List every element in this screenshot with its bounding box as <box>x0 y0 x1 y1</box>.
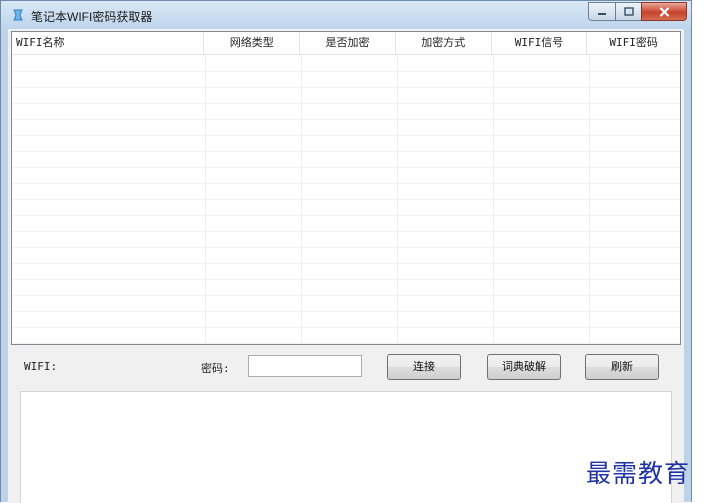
wifi-label: WIFI: <box>24 360 58 373</box>
grid-line <box>12 151 680 152</box>
column-header-wifi-password[interactable]: WIFI密码 <box>587 32 680 54</box>
column-header-encryption-method[interactable]: 加密方式 <box>396 32 492 54</box>
column-header-network-type[interactable]: 网络类型 <box>204 32 301 54</box>
dictionary-crack-button[interactable]: 词典破解 <box>487 354 561 380</box>
grid-line <box>12 167 680 168</box>
grid-line <box>12 231 680 232</box>
wifi-app-icon <box>13 9 23 21</box>
grid-line <box>12 119 680 120</box>
wifi-list-view[interactable]: WIFI名称 网络类型 是否加密 加密方式 WIFI信号 WIFI密码 <box>11 31 681 345</box>
grid-line <box>12 183 680 184</box>
grid-line <box>12 199 680 200</box>
window-title: 笔记本WIFI密码获取器 <box>31 10 153 24</box>
maximize-button[interactable] <box>615 2 641 21</box>
grid-line <box>12 327 680 328</box>
window-controls <box>588 2 687 21</box>
grid-line <box>12 103 680 104</box>
grid-line <box>12 311 680 312</box>
column-header-wifi-name[interactable]: WIFI名称 <box>12 32 205 54</box>
maximize-icon <box>623 7 634 16</box>
grid-line <box>12 247 680 248</box>
close-icon <box>659 6 669 17</box>
grid-line <box>12 295 680 296</box>
list-body <box>12 55 680 344</box>
window-client-area: WIFI名称 网络类型 是否加密 加密方式 WIFI信号 WIFI密码 WIFI… <box>8 29 684 503</box>
connection-form: WIFI: 密码: 连接 词典破解 刷新 <box>8 347 684 387</box>
password-input[interactable] <box>248 355 362 377</box>
grid-line <box>12 279 680 280</box>
password-label: 密码: <box>201 362 230 375</box>
grid-line <box>12 71 680 72</box>
app-window: 笔记本WIFI密码获取器 WIFI名称 网络类型 是否加密 加密方式 WIFI信… <box>0 0 692 503</box>
list-header: WIFI名称 网络类型 是否加密 加密方式 WIFI信号 WIFI密码 <box>12 32 680 55</box>
title-bar[interactable]: 笔记本WIFI密码获取器 <box>1 1 691 29</box>
grid-line <box>12 263 680 264</box>
minimize-button[interactable] <box>588 2 615 21</box>
watermark-text: 最需教育 <box>586 459 691 488</box>
refresh-button[interactable]: 刷新 <box>585 354 659 380</box>
grid-line <box>12 135 680 136</box>
log-output-box[interactable] <box>20 391 672 503</box>
grid-line <box>12 87 680 88</box>
close-button[interactable] <box>641 2 687 21</box>
column-header-wifi-signal[interactable]: WIFI信号 <box>492 32 588 54</box>
grid-line <box>12 215 680 216</box>
column-header-encrypted[interactable]: 是否加密 <box>300 32 396 54</box>
minimize-icon <box>598 12 606 15</box>
connect-button[interactable]: 连接 <box>387 354 461 380</box>
grid-line <box>12 343 680 344</box>
